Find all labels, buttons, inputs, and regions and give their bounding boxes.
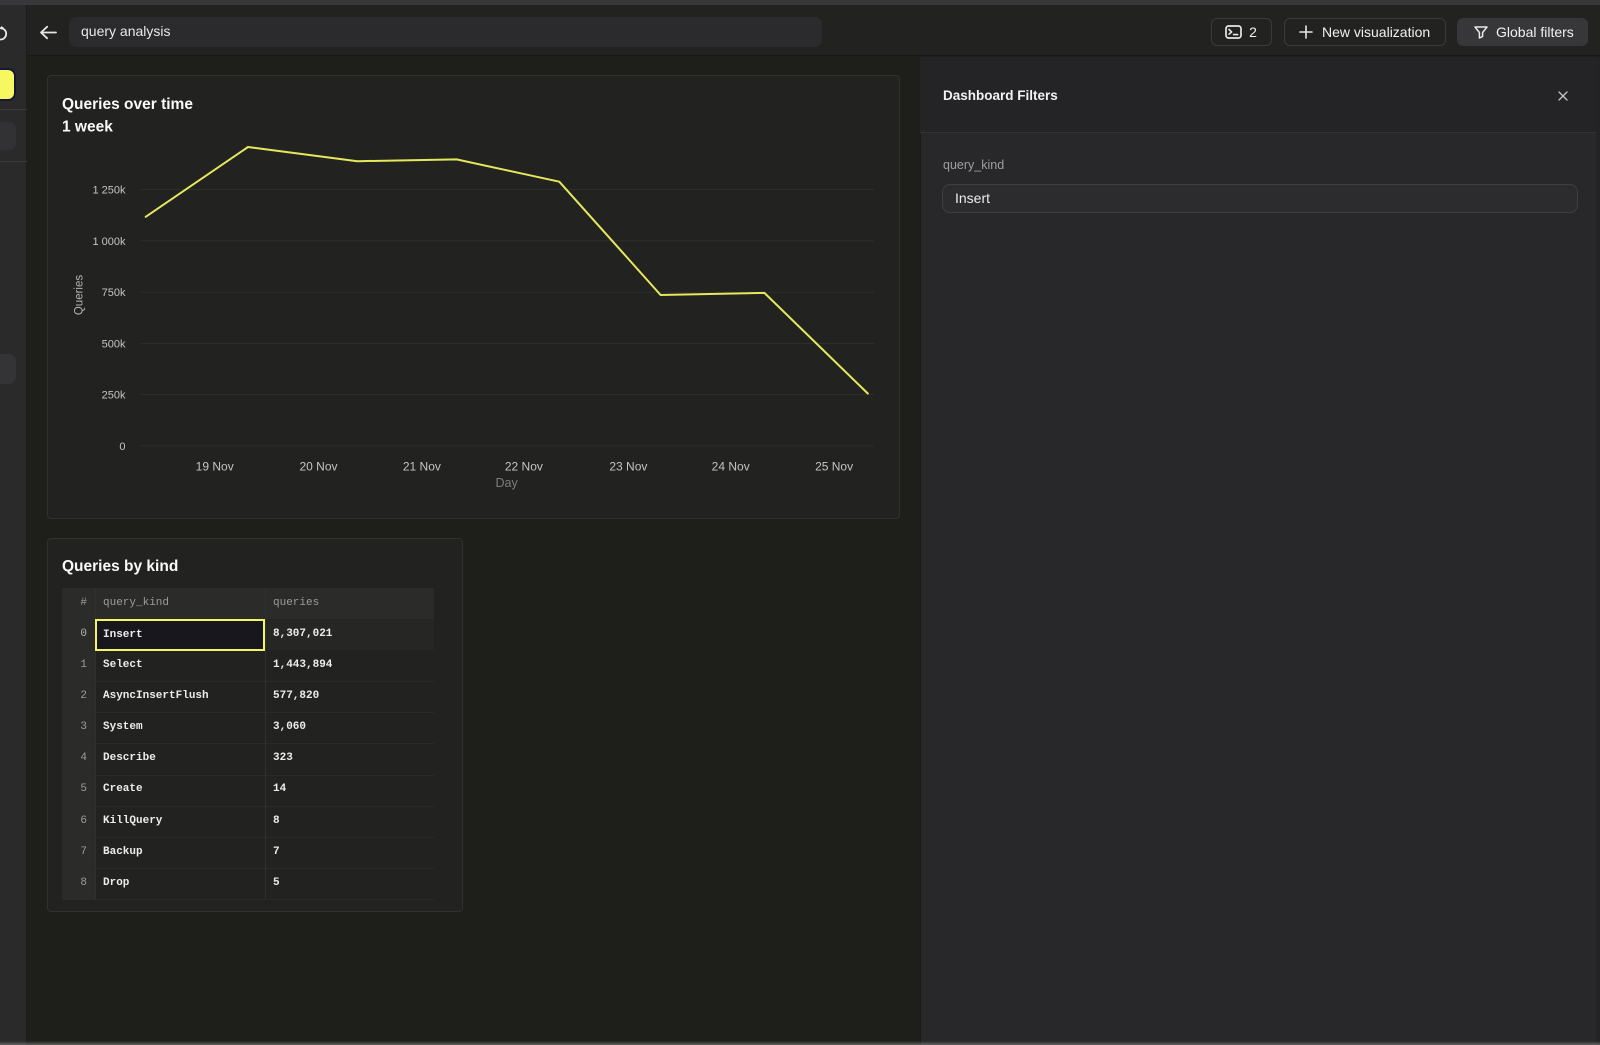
- svg-text:25 Nov: 25 Nov: [815, 459, 853, 473]
- svg-text:1 week: 1 week: [62, 119, 113, 136]
- svg-text:Queries over time: Queries over time: [62, 96, 193, 113]
- svg-text:21 Nov: 21 Nov: [403, 459, 441, 473]
- svg-text:750k: 750k: [102, 287, 126, 299]
- svg-text:22 Nov: 22 Nov: [505, 459, 543, 473]
- svg-text:1 250k: 1 250k: [92, 185, 126, 197]
- svg-text:24 Nov: 24 Nov: [712, 459, 750, 473]
- svg-text:20 Nov: 20 Nov: [299, 459, 337, 473]
- svg-text:Day: Day: [495, 476, 518, 490]
- svg-text:0: 0: [119, 441, 125, 453]
- svg-text:23 Nov: 23 Nov: [609, 459, 647, 473]
- svg-text:250k: 250k: [102, 390, 126, 402]
- svg-text:500k: 500k: [102, 339, 126, 351]
- svg-text:Queries: Queries: [74, 275, 86, 316]
- svg-text:1 000k: 1 000k: [92, 236, 126, 248]
- svg-text:19 Nov: 19 Nov: [196, 459, 234, 473]
